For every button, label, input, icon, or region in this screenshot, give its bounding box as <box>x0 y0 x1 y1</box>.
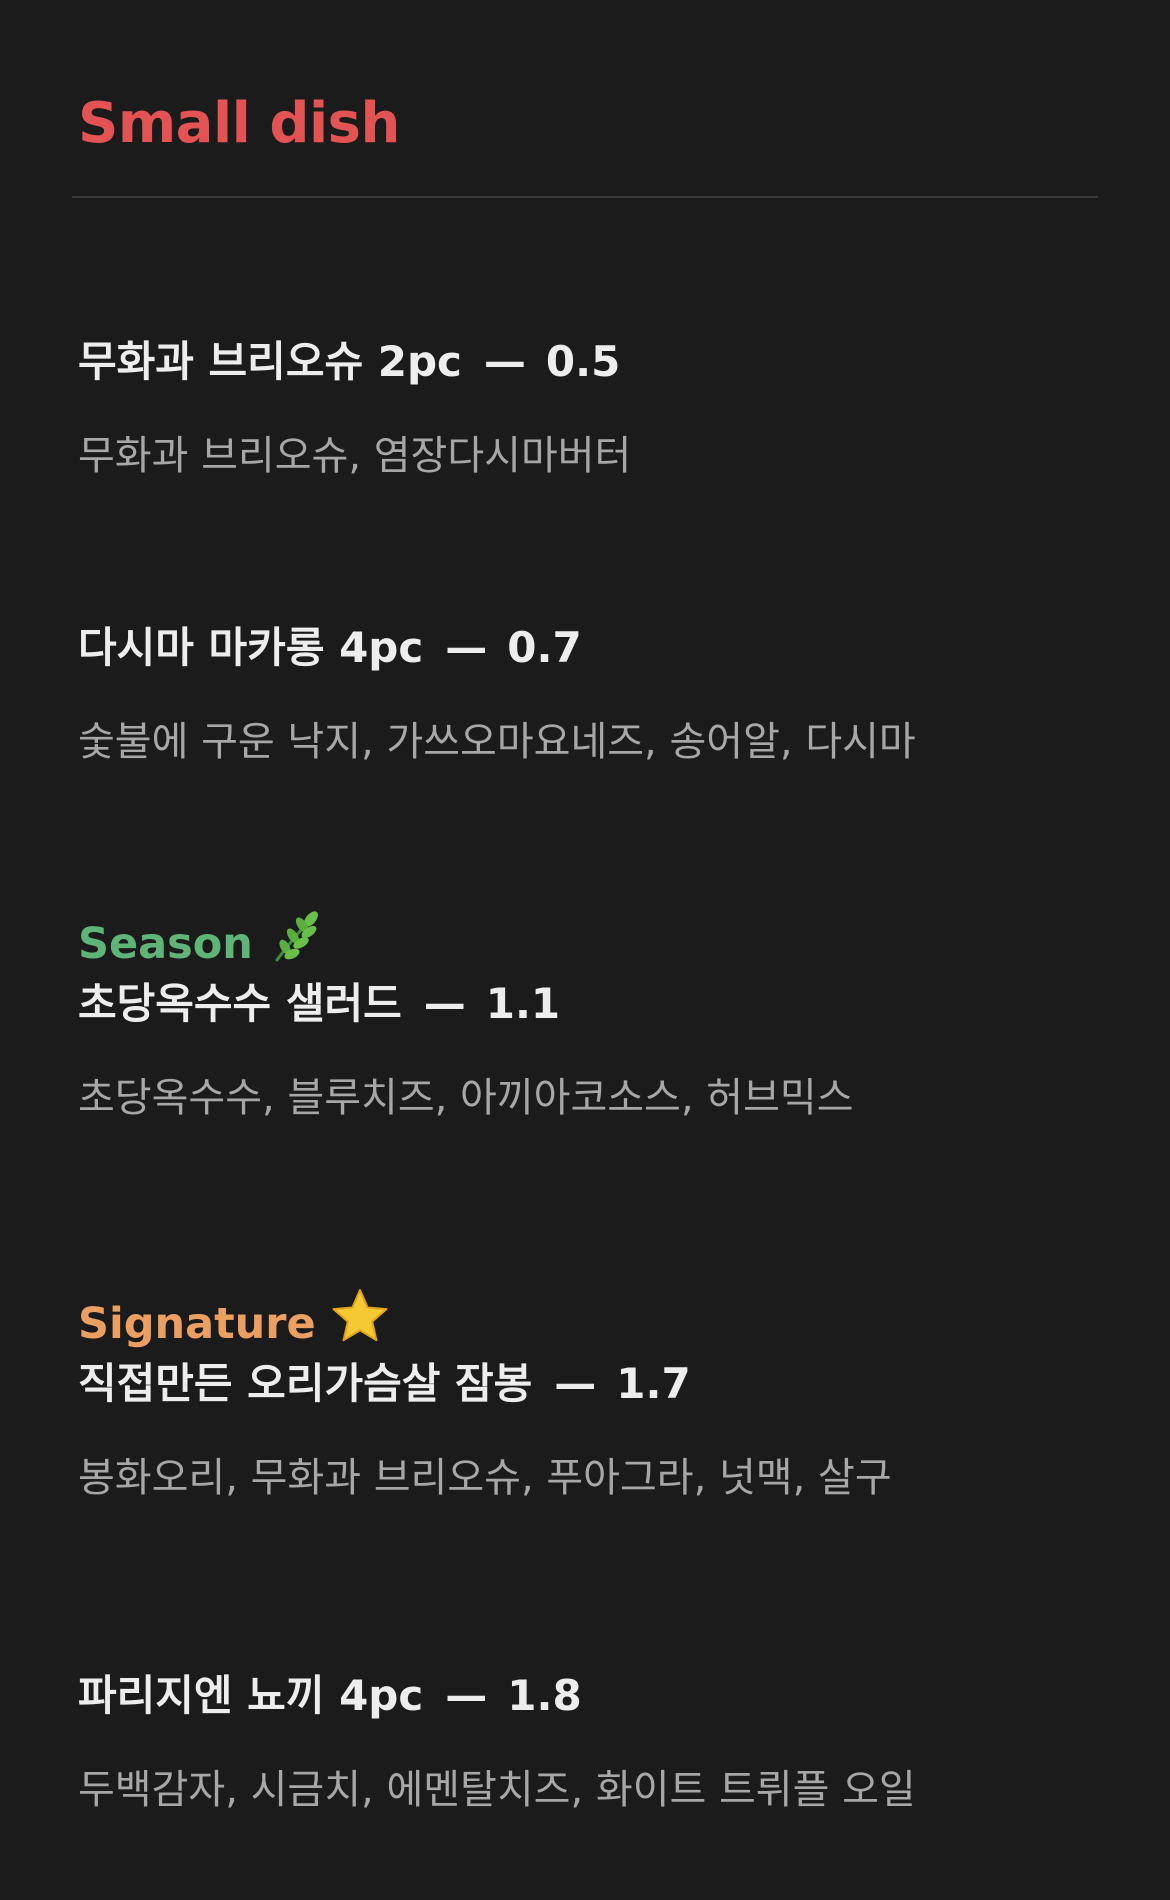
herb-icon <box>267 906 327 982</box>
menu-item-price: 0.5 <box>545 337 621 386</box>
menu-item-name: 초당옥수수 샐러드 <box>78 979 402 1028</box>
section-divider <box>72 196 1098 198</box>
menu-item-description: 두백감자, 시금치, 에멘탈치즈, 화이트 트뤼플 오일 <box>78 1767 916 1813</box>
menu-item-title: 초당옥수수 샐러드 — 1.1 <box>78 974 1118 1034</box>
menu-item-title: 직접만든 오리가슴살 잠봉 — 1.7 <box>78 1354 1118 1414</box>
menu-item-description: 초당옥수수, 블루치즈, 아끼아코소스, 허브믹스 <box>78 1075 854 1121</box>
menu-page: Small dish 무화과 브리오슈 2pc — 0.5 무화과 브리오슈, 염장… <box>0 0 1170 1900</box>
menu-item-price: 1.1 <box>485 979 561 1028</box>
menu-item-price: 0.7 <box>507 623 582 672</box>
menu-item-description: 무화과 브리오슈, 염장다시마버터 <box>78 433 632 479</box>
menu-item-description: 봉화오리, 무화과 브리오슈, 푸아그라, 넛맥, 살구 <box>78 1455 892 1501</box>
menu-item-price: 1.7 <box>616 1359 691 1408</box>
section-title: Small dish <box>78 91 400 156</box>
menu-item: 파리지엔 뇨끼 4pc — 1.8 두백감자, 시금치, 에멘탈치즈, 화이트 트뤼… <box>78 1666 1118 1820</box>
price-dash: — <box>483 337 526 386</box>
menu-item-title: 무화과 브리오슈 2pc — 0.5 <box>78 332 1118 392</box>
season-label: Season <box>78 906 1118 969</box>
signature-label-text: Signature <box>78 1299 316 1349</box>
menu-item: 다시마 마카롱 4pc — 0.7 숯불에 구운 낙지, 가쓰오마요네즈, 송어알,… <box>78 618 1118 772</box>
menu-item-price: 1.8 <box>507 1671 582 1720</box>
season-label-text: Season <box>78 919 253 969</box>
price-dash: — <box>423 979 466 1028</box>
menu-item-name: 다시마 마카롱 4pc <box>78 623 424 672</box>
star-icon <box>330 1286 390 1362</box>
menu-item: Signature 직접만든 오리가슴살 잠봉 — 1.7 봉화오리, 무화과 브리… <box>78 1286 1118 1508</box>
menu-item-name: 파리지엔 뇨끼 4pc <box>78 1671 424 1720</box>
price-dash: — <box>445 623 488 672</box>
price-dash: — <box>554 1359 597 1408</box>
menu-item-title: 다시마 마카롱 4pc — 0.7 <box>78 618 1118 678</box>
menu-item-description: 숯불에 구운 낙지, 가쓰오마요네즈, 송어알, 다시마 <box>78 719 916 765</box>
price-dash: — <box>445 1671 488 1720</box>
menu-item: 무화과 브리오슈 2pc — 0.5 무화과 브리오슈, 염장다시마버터 <box>78 332 1118 486</box>
menu-item-name: 직접만든 오리가슴살 잠봉 <box>78 1359 533 1408</box>
menu-item: Season 초당옥수수 샐러드 — 1.1 초당옥수수, 블루치즈, 아끼아코소스… <box>78 906 1118 1128</box>
signature-label: Signature <box>78 1286 1118 1349</box>
menu-item-title: 파리지엔 뇨끼 4pc — 1.8 <box>78 1666 1118 1726</box>
menu-item-name: 무화과 브리오슈 2pc <box>78 337 462 386</box>
